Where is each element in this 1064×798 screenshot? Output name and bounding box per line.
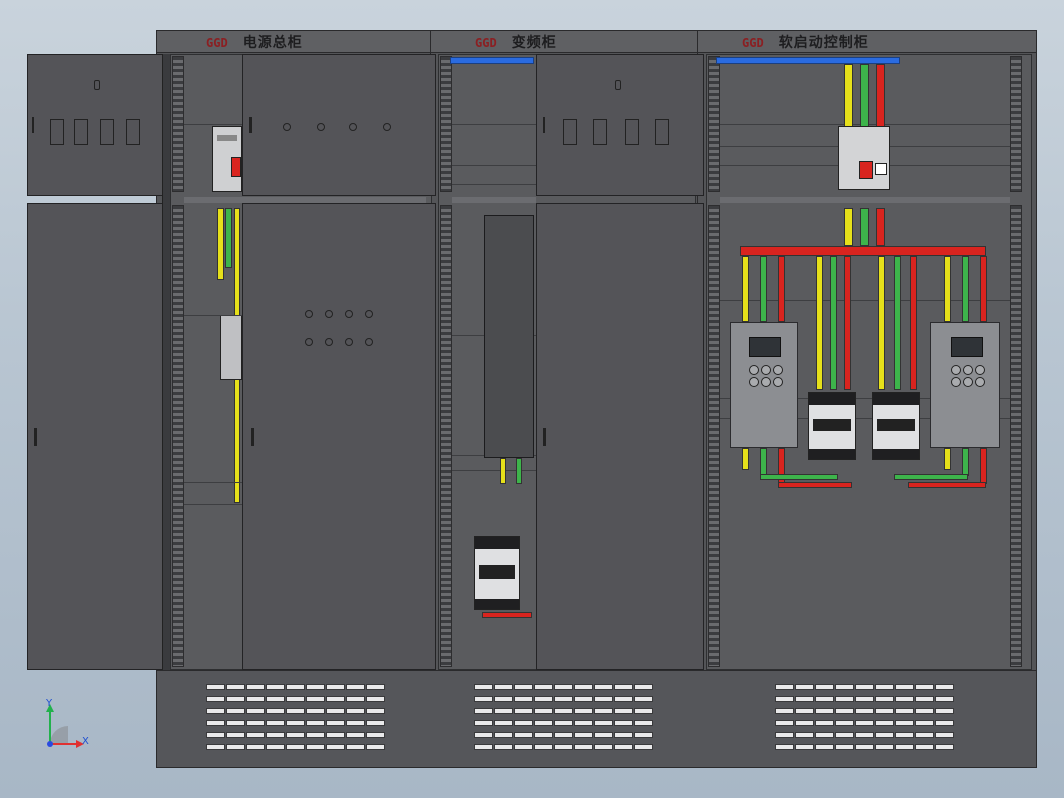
vent-grille-power xyxy=(206,684,386,754)
door-panel-upper[interactable] xyxy=(536,54,704,196)
cabinet-prefix: GGD xyxy=(206,36,228,50)
open-door-upper[interactable] xyxy=(27,54,169,196)
busbar-green xyxy=(760,474,838,480)
mounting-bar xyxy=(452,184,536,185)
circuit-breaker xyxy=(212,126,242,192)
busbar-red xyxy=(482,612,532,618)
busbar-yellow xyxy=(944,256,951,322)
door-panel-lower[interactable] xyxy=(536,203,704,670)
soft-starter xyxy=(930,322,1000,448)
busbar-green xyxy=(962,448,969,476)
busbar-blue xyxy=(716,57,900,64)
soft-starter xyxy=(730,322,798,448)
mounting-rail xyxy=(172,205,184,667)
mounting-bar xyxy=(452,165,536,166)
busbar-red xyxy=(876,64,885,134)
busbar-red xyxy=(778,482,852,488)
busbar-yellow xyxy=(878,256,885,390)
busbar-green xyxy=(225,208,232,268)
mounting-bar xyxy=(452,470,536,471)
mounting-rail xyxy=(708,56,720,192)
cabinet-title-vfd: GGD 变频柜 xyxy=(475,32,557,52)
busbar-yellow xyxy=(944,448,951,470)
door-edge xyxy=(162,54,170,670)
cabinet-name: 变频柜 xyxy=(511,35,557,51)
busbar-green xyxy=(894,256,901,390)
busbar-red xyxy=(844,256,851,390)
busbar-red xyxy=(980,256,987,322)
busbar-yellow xyxy=(844,64,853,134)
mounting-rail xyxy=(440,56,452,192)
axis-y-label: Y xyxy=(46,698,53,709)
busbar-yellow xyxy=(500,458,506,484)
busbar-green xyxy=(830,256,837,390)
busbar-yellow xyxy=(217,208,224,280)
busbar-green xyxy=(760,448,767,476)
door-panel-upper[interactable] xyxy=(242,54,436,196)
axis-triad: Y X xyxy=(40,698,96,756)
busbar-red xyxy=(778,256,785,322)
busbar-green xyxy=(516,458,522,484)
mounting-rail xyxy=(1010,56,1022,192)
busbar-yellow xyxy=(844,208,853,246)
bypass-contactor xyxy=(872,392,920,460)
door-panel-lower[interactable] xyxy=(242,203,436,670)
bypass-contactor xyxy=(808,392,856,460)
mounting-bar xyxy=(720,197,1010,203)
cabinet-title-softstart: GGD 软启动控制柜 xyxy=(742,32,869,52)
busbar-red xyxy=(980,448,987,484)
isolator-switch xyxy=(220,315,242,380)
cabinet-name: 电源总柜 xyxy=(242,35,303,51)
busbar-green xyxy=(860,208,869,246)
cabinet-prefix: GGD xyxy=(742,36,764,50)
cabinet-prefix: GGD xyxy=(475,36,497,50)
vfd-drive xyxy=(484,215,534,458)
contactor xyxy=(474,536,520,610)
cabinet-name: 软启动控制柜 xyxy=(778,35,869,51)
open-door-lower[interactable] xyxy=(27,203,169,670)
mounting-rail xyxy=(708,205,720,667)
busbar-yellow xyxy=(816,256,823,390)
busbar-yellow xyxy=(742,256,749,322)
busbar-green xyxy=(760,256,767,322)
mounting-bar xyxy=(452,124,536,125)
cabinet-title-power: GGD 电源总柜 xyxy=(206,32,303,52)
mounting-rail xyxy=(172,56,184,192)
vent-grille-softstart xyxy=(775,684,955,754)
mounting-rail xyxy=(1010,205,1022,667)
busbar-green xyxy=(894,474,968,480)
busbar-green xyxy=(962,256,969,322)
busbar-red xyxy=(740,246,986,256)
axis-x-label: X xyxy=(82,736,89,747)
mounting-bar xyxy=(452,197,536,203)
main-circuit-breaker xyxy=(838,126,890,190)
mounting-rail xyxy=(440,205,452,667)
busbar-red xyxy=(908,482,986,488)
busbar-blue xyxy=(450,57,534,64)
busbar-red xyxy=(910,256,917,390)
busbar-red xyxy=(876,208,885,246)
busbar-yellow xyxy=(742,448,749,470)
vent-grille-vfd xyxy=(474,684,654,754)
busbar-green xyxy=(860,64,869,134)
